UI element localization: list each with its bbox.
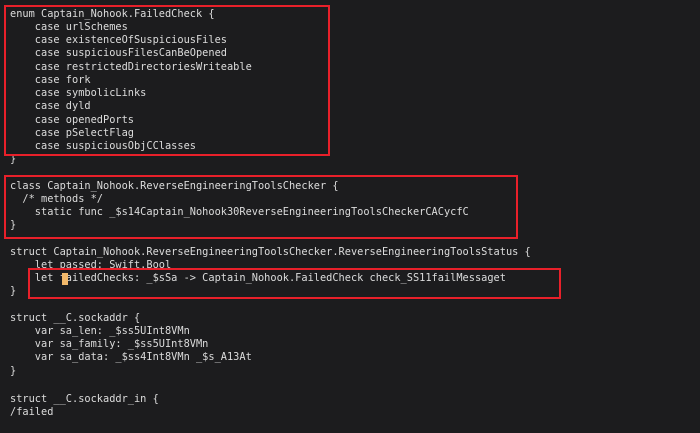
- highlight-box-failed-check-enum: [4, 5, 330, 156]
- code-line: struct __C.sockaddr_in {: [10, 393, 159, 405]
- code-line: var sa_family: _$ss5UInt8VMn: [10, 338, 209, 350]
- search-query-line: /failed: [10, 406, 54, 418]
- code-line: }: [10, 365, 17, 377]
- highlight-box-tools-checker-class: [4, 175, 518, 239]
- highlight-box-failed-checks-property: [28, 268, 561, 299]
- code-line: var sa_len: _$ss5UInt8VMn: [10, 325, 190, 337]
- code-line: struct Captain_Nohook.ReverseEngineering…: [10, 246, 531, 258]
- code-line: struct __C.sockaddr {: [10, 312, 141, 324]
- code-line: }: [10, 285, 17, 297]
- code-line: var sa_data: _$ss4Int8VMn _$s_A13At: [10, 351, 252, 363]
- terminal-window[interactable]: enum Captain_Nohook.FailedCheck { case u…: [0, 0, 700, 433]
